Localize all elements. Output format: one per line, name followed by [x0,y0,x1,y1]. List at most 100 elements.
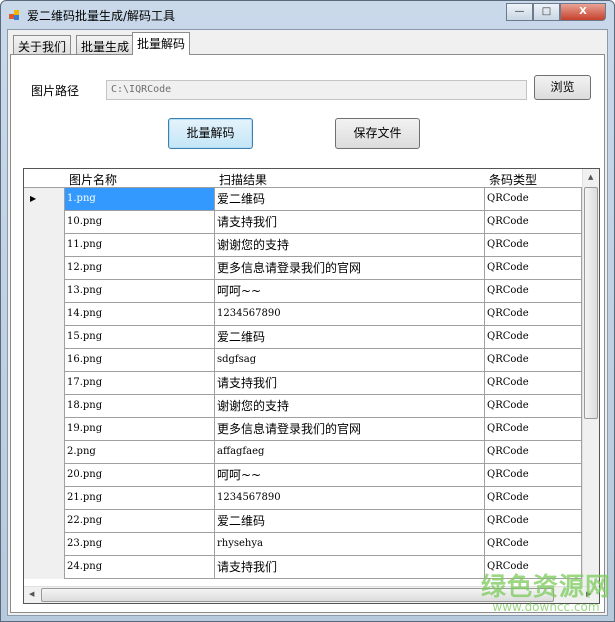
cell-name[interactable]: 24.png [65,556,215,578]
cell-name[interactable]: 20.png [65,464,215,486]
horizontal-scrollbar[interactable]: ◀ ▶ [24,586,599,603]
row-header[interactable] [24,395,65,418]
cell-type[interactable]: QRCode [485,234,582,256]
cell-result[interactable]: 更多信息请登录我们的官网 [215,257,485,279]
row-header[interactable]: ▶ [24,188,65,211]
cell-name[interactable]: 18.png [65,395,215,417]
cell-name[interactable]: 11.png [65,234,215,256]
minimize-button[interactable]: — [506,3,533,21]
vertical-scroll-thumb[interactable] [584,187,598,419]
column-header-result[interactable]: 扫描结果 [219,171,267,188]
cell-result[interactable]: 爱二维码 [215,510,485,532]
cell-type[interactable]: QRCode [485,326,582,348]
table-row[interactable]: 13.png 呵呵~~ QRCode [24,280,582,303]
cell-name[interactable]: 2.png [65,441,215,463]
table-row[interactable]: 12.png 更多信息请登录我们的官网 QRCode [24,257,582,280]
horizontal-scroll-thumb[interactable] [41,588,554,602]
tab-batch-decode[interactable]: 批量解码 [132,32,191,55]
cell-name[interactable]: 16.png [65,349,215,371]
row-header[interactable] [24,441,65,464]
cell-type[interactable]: QRCode [485,188,582,210]
cell-type[interactable]: QRCode [485,395,582,417]
cell-type[interactable]: QRCode [485,418,582,440]
row-header[interactable] [24,326,65,349]
cell-name[interactable]: 23.png [65,533,215,555]
row-header[interactable] [24,257,65,280]
cell-name[interactable]: 13.png [65,280,215,302]
cell-name[interactable]: 12.png [65,257,215,279]
tab-batch-generate[interactable]: 批量生成 [76,35,135,54]
column-header-name[interactable]: 图片名称 [69,171,117,188]
cell-result[interactable]: 请支持我们 [215,211,485,233]
cell-name[interactable]: 15.png [65,326,215,348]
table-row[interactable]: 20.png 呵呵~~ QRCode [24,464,582,487]
row-header[interactable] [24,487,65,510]
cell-result[interactable]: 呵呵~~ [215,280,485,302]
cell-result[interactable]: affagfaeg [215,441,485,463]
path-input[interactable]: C:\IQRCode [106,80,527,100]
cell-name[interactable]: 17.png [65,372,215,394]
table-row[interactable]: 14.png 1234567890 QRCode [24,303,582,326]
row-header[interactable] [24,211,65,234]
table-row[interactable]: 17.png 请支持我们 QRCode [24,372,582,395]
table-row[interactable]: 23.png rhysehya QRCode [24,533,582,556]
scroll-left-icon[interactable]: ◀ [29,590,34,598]
cell-result[interactable]: 1234567890 [215,487,485,509]
batch-decode-button[interactable]: 批量解码 [168,118,253,149]
scroll-up-icon[interactable]: ▲ [588,173,593,181]
table-row[interactable]: 11.png 谢谢您的支持 QRCode [24,234,582,257]
tab-about[interactable]: 关于我们 [13,35,72,54]
cell-type[interactable]: QRCode [485,556,582,578]
table-row[interactable]: 22.png 爱二维码 QRCode [24,510,582,533]
scroll-right-icon[interactable]: ▶ [586,590,591,598]
cell-result[interactable]: 爱二维码 [215,188,485,210]
table-row[interactable]: 19.png 更多信息请登录我们的官网 QRCode [24,418,582,441]
cell-result[interactable]: 呵呵~~ [215,464,485,486]
table-row[interactable]: 21.png 1234567890 QRCode [24,487,582,510]
row-header[interactable] [24,556,65,579]
cell-result[interactable]: 请支持我们 [215,556,485,578]
table-row[interactable]: 2.png affagfaeg QRCode [24,441,582,464]
cell-result[interactable]: rhysehya [215,533,485,555]
cell-name[interactable]: 22.png [65,510,215,532]
cell-result[interactable]: 请支持我们 [215,372,485,394]
row-header[interactable] [24,464,65,487]
cell-type[interactable]: QRCode [485,257,582,279]
cell-type[interactable]: QRCode [485,349,582,371]
cell-type[interactable]: QRCode [485,533,582,555]
cell-result[interactable]: 爱二维码 [215,326,485,348]
maximize-button[interactable]: □ [533,3,560,21]
row-header[interactable] [24,234,65,257]
table-row[interactable]: ▶ 1.png 爱二维码 QRCode [24,188,582,211]
table-row[interactable]: 24.png 请支持我们 QRCode [24,556,582,579]
cell-type[interactable]: QRCode [485,372,582,394]
close-button[interactable]: X [560,3,606,21]
row-header[interactable] [24,303,65,326]
table-row[interactable]: 16.png sdgfsag QRCode [24,349,582,372]
cell-type[interactable]: QRCode [485,441,582,463]
cell-result[interactable]: 更多信息请登录我们的官网 [215,418,485,440]
vertical-scrollbar[interactable]: ▲ [582,169,599,586]
cell-name[interactable]: 1.png [65,188,215,210]
row-header[interactable] [24,418,65,441]
cell-name[interactable]: 21.png [65,487,215,509]
cell-result[interactable]: sdgfsag [215,349,485,371]
cell-type[interactable]: QRCode [485,280,582,302]
cell-type[interactable]: QRCode [485,487,582,509]
row-header[interactable] [24,280,65,303]
cell-type[interactable]: QRCode [485,303,582,325]
row-header[interactable] [24,533,65,556]
cell-type[interactable]: QRCode [485,510,582,532]
column-header-type[interactable]: 条码类型 [489,171,537,188]
cell-name[interactable]: 19.png [65,418,215,440]
cell-name[interactable]: 14.png [65,303,215,325]
browse-button[interactable]: 浏览 [534,75,591,100]
row-header[interactable] [24,510,65,533]
cell-result[interactable]: 1234567890 [215,303,485,325]
cell-result[interactable]: 谢谢您的支持 [215,395,485,417]
results-grid[interactable]: 图片名称 扫描结果 条码类型 ▶ 1.png 爱二维码 QRCode 10.png 请支持… [23,168,600,604]
row-header[interactable] [24,372,65,395]
cell-name[interactable]: 10.png [65,211,215,233]
row-header[interactable] [24,349,65,372]
cell-result[interactable]: 谢谢您的支持 [215,234,485,256]
